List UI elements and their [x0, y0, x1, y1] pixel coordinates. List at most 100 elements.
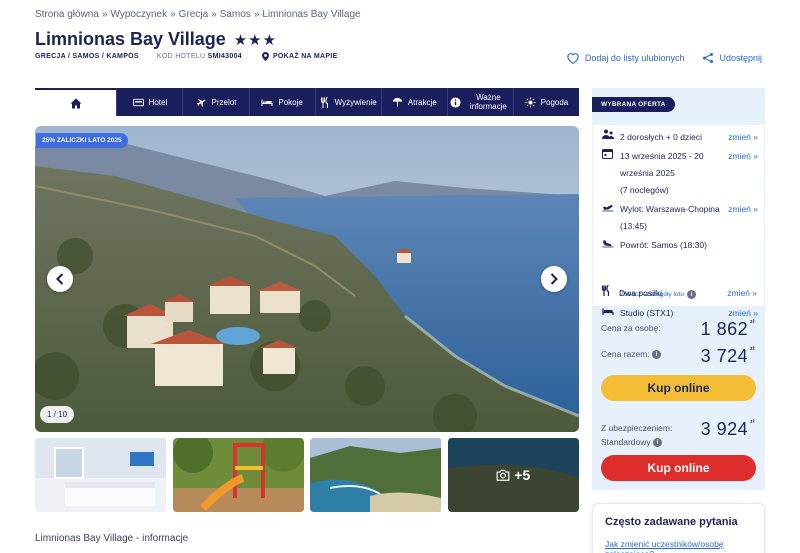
home-icon: [70, 98, 82, 108]
camera-icon: [496, 469, 510, 481]
offer-return: Powrót: Samos (18:30): [620, 240, 707, 250]
change-dates-link[interactable]: zmień »: [728, 148, 758, 199]
add-to-favorites-button[interactable]: Dodaj do listy ulubionych: [566, 52, 685, 64]
price-per-person: 1 862 zł: [701, 319, 755, 340]
show-on-map-link[interactable]: POKAŻ NA MAPIE: [261, 52, 338, 61]
price-total-label-text: Cena razem:: [601, 349, 650, 359]
plane-icon: [196, 98, 205, 107]
offer-departure: Wylot: Warszawa-Chopina (13:45): [620, 204, 720, 231]
breadcrumb-separator: »: [253, 9, 260, 20]
buy-online-insured-button[interactable]: Kup online: [601, 455, 756, 481]
price-per-person-value: 1 862: [700, 319, 749, 339]
tab-wazne-informacje[interactable]: Ważne informacje: [446, 88, 513, 116]
thumbnail-strip: +5: [35, 438, 579, 512]
hotel-meta: GRECJA / SAMOS / KAMPOS KOD HOTELU SMI43…: [35, 52, 338, 61]
info-icon: [450, 96, 461, 108]
offer-nights: (7 noclegów): [620, 185, 669, 195]
tab-home[interactable]: [35, 88, 117, 116]
share-button[interactable]: Udostępnij: [702, 52, 762, 64]
previous-photo-button[interactable]: [47, 266, 73, 292]
tab-atrakcje-label: Atrakcje: [407, 97, 437, 107]
map-pin-icon: [261, 52, 269, 61]
thumbnail-beach[interactable]: [310, 438, 442, 512]
breadcrumb-current: Limnionas Bay Village: [262, 9, 361, 20]
thumbnail-more[interactable]: +5: [447, 438, 580, 512]
currency-label: zł: [750, 419, 755, 425]
umbrella-icon: [392, 97, 402, 107]
thumbnail-room[interactable]: [35, 438, 167, 512]
offer-dates: 13 września 2025 - 20 września 2025: [620, 151, 704, 178]
info-icon: i: [653, 438, 662, 448]
price-per-person-label: Cena za osobę:: [601, 323, 661, 333]
show-on-map-label: POKAŻ NA MAPIE: [272, 53, 338, 60]
offer-board-row: Dwa posiłki zmień »: [601, 284, 757, 302]
main-photo[interactable]: [35, 126, 579, 432]
faq-box: Często zadawane pytania Jak zmienić ucze…: [592, 503, 765, 553]
title-row: Limnionas Bay Village ★★★: [35, 29, 277, 50]
breadcrumb: Strona główna» Wypoczynek» Grecja» Samos» Li…: [35, 9, 361, 20]
faq-question-link[interactable]: Jak zmienić uczestników/osobę zgłaszając…: [605, 539, 755, 553]
tab-pogoda[interactable]: Pogoda: [512, 88, 579, 116]
breadcrumb-wypoczynek[interactable]: Wypoczynek: [111, 9, 168, 20]
more-photos-overlay: +5: [448, 438, 580, 512]
tab-wazne-informacje-label: Ważne informacje: [469, 93, 507, 111]
next-photo-button[interactable]: [541, 266, 567, 292]
tab-hotel[interactable]: Hotel: [116, 88, 182, 116]
promo-badge: 25% ZALICZKI LATO 2025: [36, 133, 128, 148]
photo-counter: 1 / 10: [40, 406, 75, 423]
price-total: 3 724 zł: [701, 346, 755, 367]
info-icon: i: [652, 350, 662, 360]
hotel-code: KOD HOTELU SMI43004: [157, 53, 242, 60]
share-icon: [703, 53, 714, 63]
hotel-code-value: SMI43004: [207, 53, 242, 60]
hotel-name: Limnionas Bay Village: [35, 29, 226, 49]
tab-wyzywienie-label: Wyżywienie: [334, 97, 377, 107]
tab-przelot[interactable]: Przelot: [182, 88, 248, 116]
tab-wyzywienie[interactable]: Wyżywienie: [314, 88, 381, 116]
insurance-type: Standardowy: [601, 437, 651, 447]
change-board-link[interactable]: zmień »: [727, 285, 757, 302]
tab-przelot-label: Przelot: [211, 97, 237, 107]
thumbnail-playground[interactable]: [172, 438, 305, 512]
plane-arrival-icon: [602, 240, 614, 248]
calendar-icon: [602, 149, 613, 159]
tab-pokoje[interactable]: Pokoje: [248, 88, 315, 116]
faq-title: Często zadawane pytania: [605, 516, 738, 528]
buy-online-button[interactable]: Kup online: [601, 375, 756, 401]
heart-icon: [567, 53, 579, 64]
plane-departure-icon: [602, 205, 614, 212]
offer-details: 2 dorosłych + 0 dzieci zmień » 13 wrześn…: [592, 124, 765, 318]
change-travelers-link[interactable]: zmień »: [728, 129, 758, 146]
bed-icon: [602, 308, 614, 315]
breadcrumb-separator: »: [211, 9, 217, 20]
offer-board: Dwa posiłki: [619, 288, 662, 298]
tab-atrakcje[interactable]: Atrakcje: [380, 88, 447, 116]
more-photos-count: +5: [514, 467, 531, 483]
hotel-location: GRECJA / SAMOS / KAMPOS: [35, 53, 139, 60]
cutlery-icon: [320, 96, 328, 108]
tab-pogoda-label: Pogoda: [540, 97, 569, 107]
change-departure-link[interactable]: zmień »: [728, 201, 758, 235]
bed-icon: [132, 98, 144, 106]
breadcrumb-grecja[interactable]: Grecja: [179, 9, 208, 20]
breadcrumb-home[interactable]: Strona główna: [35, 9, 99, 20]
insurance-label-text: Z ubezpieczeniem:: [601, 423, 673, 433]
section-nav: Hotel Przelot Pokoje Wyżywienie Atrakcje…: [35, 88, 579, 116]
share-label: Udostępnij: [719, 53, 762, 63]
price-insured: 3 924 zł: [701, 419, 755, 440]
price-total-label: Cena razem: i: [601, 349, 662, 360]
breadcrumb-separator: »: [170, 9, 176, 20]
offer-panel: WYBRANA OFERTA 2 dorosłych + 0 dzieci zm…: [592, 88, 765, 490]
bed-icon: [261, 99, 273, 106]
people-icon: [602, 129, 614, 139]
offer-return-row: Powrót: Samos (18:30): [602, 237, 758, 254]
hotel-code-label: KOD HOTELU: [156, 53, 206, 60]
currency-label: zł: [750, 346, 755, 352]
price-total-value: 3 724: [700, 346, 749, 366]
sun-icon: [525, 96, 536, 108]
add-to-favorites-label: Dodaj do listy ulubionych: [584, 53, 685, 63]
hotel-actions: Dodaj do listy ulubionych Udostępnij: [566, 52, 762, 64]
offer-travelers: 2 dorosłych + 0 dzieci: [620, 132, 702, 142]
insurance-label: Z ubezpieczeniem: Standardowy i: [601, 421, 672, 449]
breadcrumb-samos[interactable]: Samos: [220, 9, 251, 20]
